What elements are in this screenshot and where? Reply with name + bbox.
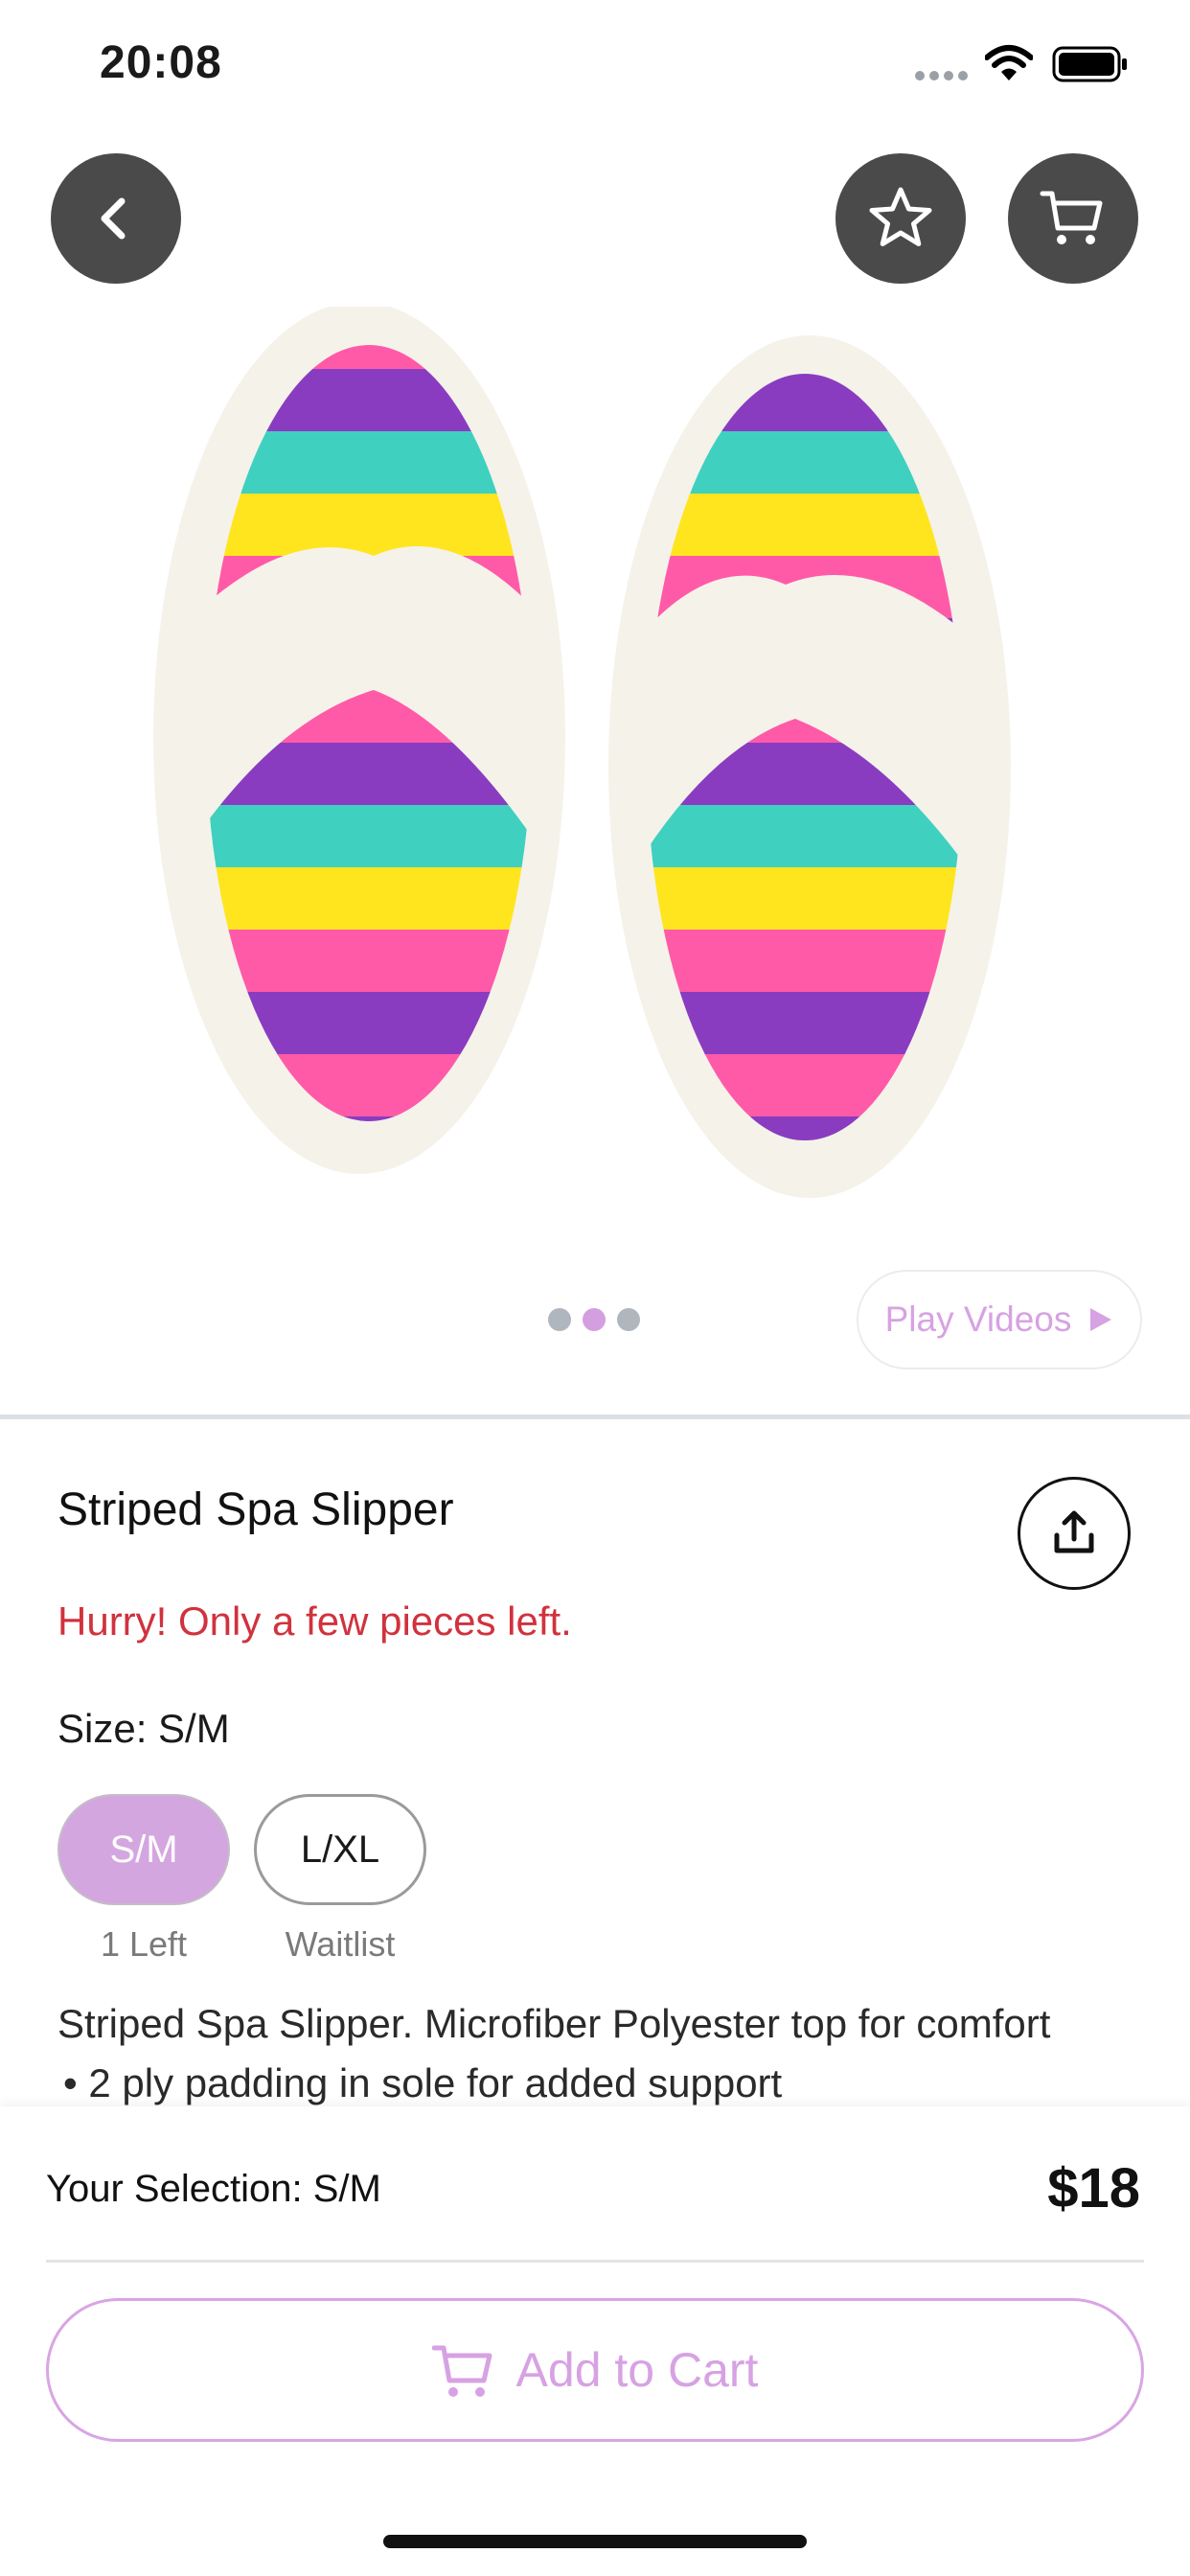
wifi-icon bbox=[984, 44, 1034, 82]
cellular-signal-icon bbox=[915, 71, 969, 80]
stock-warning: Hurry! Only a few pieces left. bbox=[57, 1598, 572, 1644]
carousel-dot[interactable] bbox=[548, 1308, 571, 1331]
carousel-indicator[interactable] bbox=[546, 1308, 642, 1337]
carousel-dot[interactable] bbox=[617, 1308, 640, 1331]
favorite-button[interactable] bbox=[835, 153, 966, 284]
status-time: 20:08 bbox=[100, 37, 222, 88]
add-to-cart-label: Add to Cart bbox=[515, 2343, 759, 2397]
size-stock-status: 1 Left bbox=[100, 1924, 188, 1964]
selected-size-label: Size: S/M bbox=[57, 1706, 230, 1751]
your-selection: Your Selection: S/M bbox=[46, 2168, 381, 2210]
price: $18 bbox=[1047, 2157, 1140, 2220]
cart-icon bbox=[431, 2345, 492, 2397]
battery-icon bbox=[1052, 46, 1129, 82]
section-divider bbox=[0, 1414, 1190, 1419]
play-icon bbox=[1090, 1308, 1112, 1331]
chevron-left-icon bbox=[101, 197, 126, 240]
add-to-cart-button[interactable]: Add to Cart bbox=[46, 2298, 1144, 2442]
product-image[interactable] bbox=[134, 302, 1054, 1198]
home-indicator[interactable] bbox=[383, 2535, 807, 2548]
share-icon bbox=[1054, 1510, 1094, 1553]
share-button[interactable] bbox=[1018, 1477, 1131, 1590]
cart-button[interactable] bbox=[1008, 153, 1138, 284]
star-icon bbox=[869, 187, 932, 246]
product-description-bullet: • 2 ply padding in sole for added suppor… bbox=[63, 2060, 783, 2105]
product-title: Striped Spa Slipper bbox=[57, 1484, 454, 1535]
carousel-dot-active[interactable] bbox=[583, 1308, 606, 1331]
back-button[interactable] bbox=[51, 153, 181, 284]
size-option-lxl[interactable]: L/XL bbox=[254, 1794, 426, 1905]
cart-icon bbox=[1040, 191, 1103, 244]
play-videos-button[interactable]: Play Videos bbox=[857, 1270, 1142, 1369]
panel-divider bbox=[46, 2260, 1144, 2263]
play-videos-label: Play Videos bbox=[884, 1300, 1072, 1339]
product-description: Striped Spa Slipper. Microfiber Polyeste… bbox=[57, 2001, 1051, 2046]
size-stock-status: Waitlist bbox=[285, 1924, 396, 1964]
size-option-sm[interactable]: S/M bbox=[57, 1794, 230, 1905]
